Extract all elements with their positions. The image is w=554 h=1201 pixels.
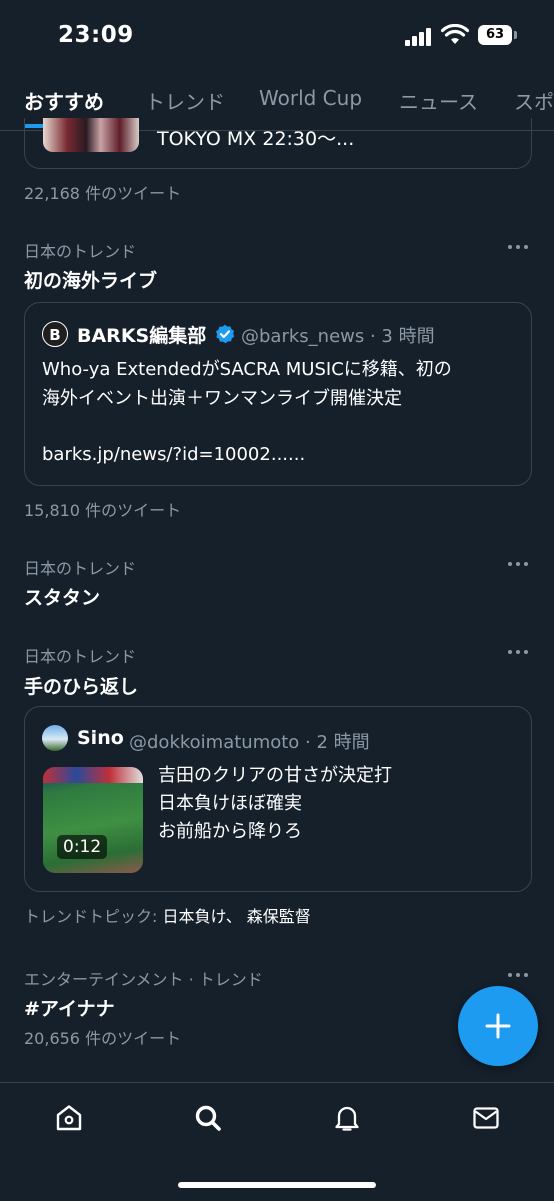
trend-topics: トレンドトピック: 日本負け、 森保監督 (24, 903, 311, 927)
avatar (42, 725, 68, 751)
tweet-link[interactable]: barks.jp/news/?id=10002...... (42, 440, 305, 469)
trend-name[interactable]: 手のひら返し (24, 672, 138, 699)
author-handle-time: @barks_news · 3 時間 (241, 326, 435, 347)
tweet-count: 15,810 件のツイート (24, 501, 182, 520)
plus-icon (485, 1013, 511, 1039)
search-icon[interactable] (193, 1103, 223, 1133)
notifications-bell-icon[interactable] (332, 1103, 362, 1133)
trend-media-card[interactable]: TOKYO MX 22:30～... (24, 118, 532, 169)
more-options-icon[interactable] (508, 650, 528, 656)
video-duration: 0:12 (57, 835, 108, 859)
trend-category: 日本のトレンド (24, 559, 137, 578)
tweet-text-line: 吉田のクリアの甘さが決定打 (158, 765, 392, 786)
tweet-text-line: 日本負けほぼ確実 (158, 793, 302, 814)
tab-sports[interactable]: スポ (514, 86, 554, 115)
tweet-text-line: Who-ya ExtendedがSACRA MUSICに移籍、初の (42, 359, 452, 380)
more-options-icon[interactable] (508, 245, 528, 251)
video-thumbnail[interactable]: 0:12 (43, 767, 143, 873)
card-text: TOKYO MX 22:30～... (157, 128, 355, 150)
tweet-count: 22,168 件のツイート (24, 184, 182, 203)
author-handle-time: @dokkoimatumoto · 2 時間 (129, 732, 370, 753)
trend-category: 日本のトレンド (24, 647, 137, 666)
compose-tweet-button[interactable] (458, 986, 538, 1066)
home-indicator (178, 1182, 376, 1188)
stadium-banner (43, 767, 143, 783)
tab-trending[interactable]: トレンド (145, 86, 225, 115)
trend-topics-values[interactable]: 日本負け、 森保監督 (163, 907, 311, 926)
tab-world-cup[interactable]: World Cup (259, 86, 362, 110)
tab-for-you[interactable]: おすすめ (24, 86, 104, 115)
cellular-signal-icon (405, 28, 433, 46)
wifi-icon (441, 24, 469, 44)
battery-tip (514, 31, 517, 39)
trend-name[interactable]: #アイナナ (24, 994, 115, 1021)
quoted-tweet-sino[interactable]: Sino @dokkoimatumoto · 2 時間 0:12 吉田のクリアの… (24, 706, 532, 892)
trend-category: 日本のトレンド (24, 242, 137, 261)
more-options-icon[interactable] (508, 562, 528, 568)
author-name: BARKS編集部 (77, 325, 207, 347)
status-time: 23:09 (58, 22, 134, 48)
messages-envelope-icon[interactable] (471, 1103, 501, 1133)
home-icon[interactable] (54, 1103, 84, 1133)
trend-name[interactable]: 初の海外ライブ (24, 266, 157, 293)
tweet-text-line: お前船から降りろ (158, 821, 302, 842)
battery-icon: 63 (478, 25, 512, 45)
quoted-tweet-barks[interactable]: B BARKS編集部 @barks_news · 3 時間 Who-ya Ext… (24, 302, 532, 486)
more-options-icon[interactable] (508, 973, 528, 979)
trend-name[interactable]: スタタン (24, 583, 100, 610)
trend-topics-label: トレンドトピック: (24, 907, 158, 926)
status-bar: 23:09 63 (0, 0, 554, 70)
verified-badge-icon (216, 324, 235, 344)
tweet-text-line: 海外イベント出演＋ワンマンライブ開催決定 (42, 388, 402, 409)
author-name: Sino (77, 727, 124, 749)
avatar: B (42, 321, 68, 347)
trend-category: エンターテインメント · トレンド (24, 970, 263, 989)
tweet-count: 20,656 件のツイート (24, 1029, 182, 1048)
card-thumbnail (43, 118, 139, 152)
tab-news[interactable]: ニュース (399, 86, 478, 115)
